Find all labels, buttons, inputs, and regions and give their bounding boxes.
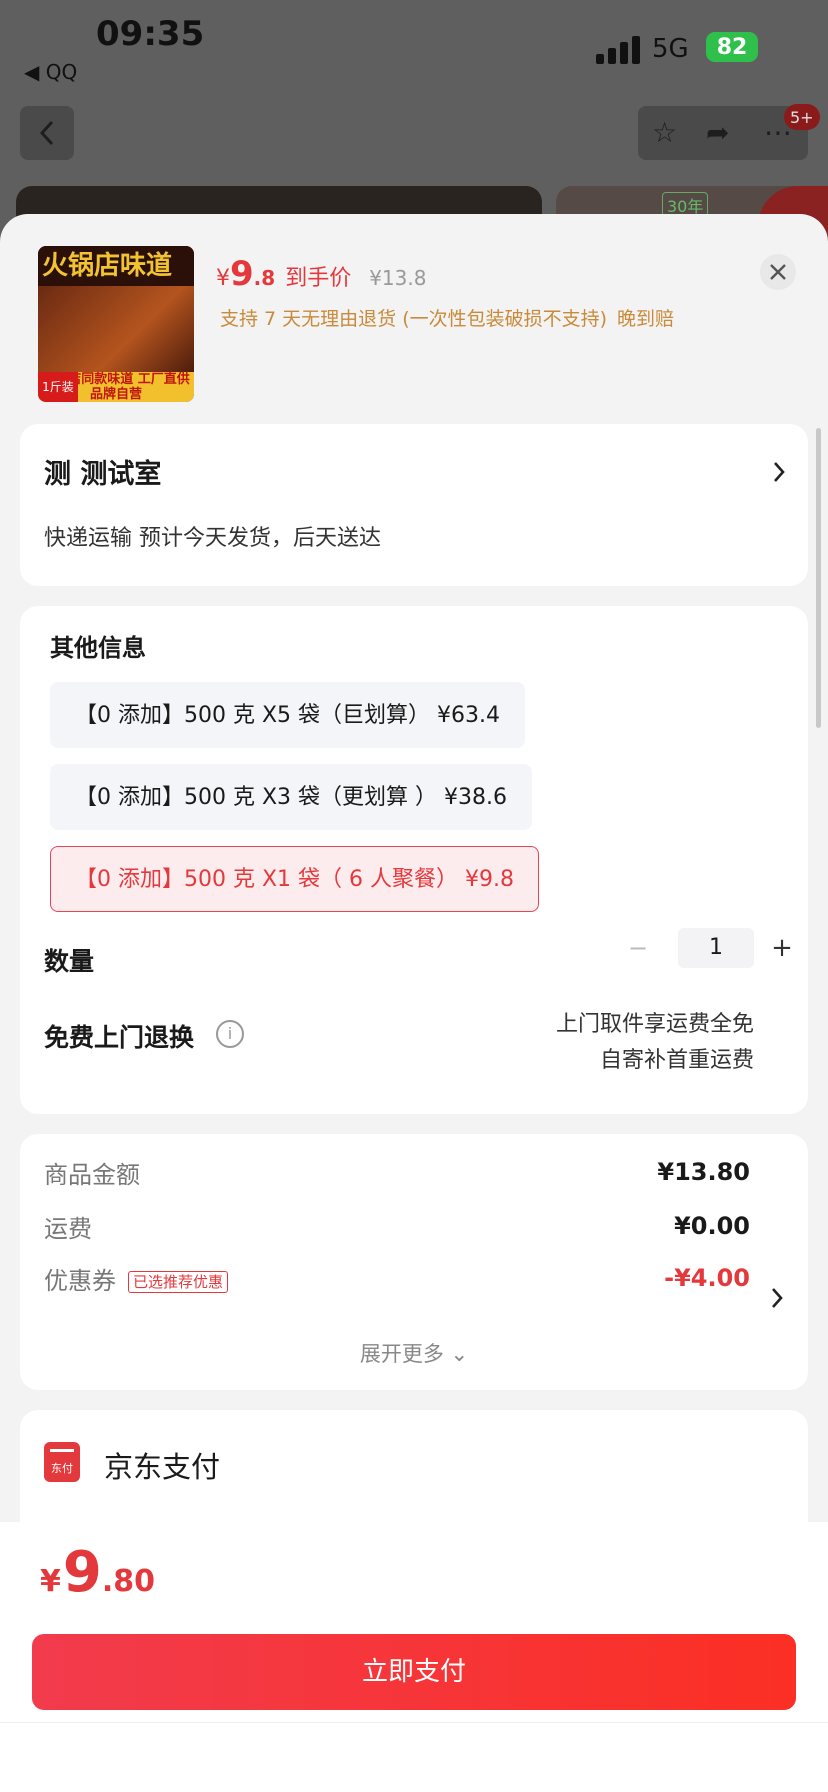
chevron-right-icon[interactable] <box>770 1286 784 1310</box>
signal-icon <box>596 36 640 64</box>
thumbnail-weight: 1斤装 <box>38 372 78 402</box>
status-time: 09:35 <box>96 14 205 54</box>
cost-card: 商品金额 ¥13.80 运费 ¥0.00 优惠券 已选推荐优惠 -¥4.00 展开… <box>20 1134 808 1390</box>
close-button[interactable] <box>760 254 796 290</box>
pay-now-button[interactable]: 立即支付 <box>32 1634 796 1710</box>
late-compensation: 晚到赔 <box>617 308 675 330</box>
shipping-fee-value: ¥0.00 <box>674 1212 750 1240</box>
total-integer: 9 <box>62 1540 102 1605</box>
total-symbol: ¥ <box>40 1564 61 1599</box>
goods-amount-row: 商品金额 ¥13.80 <box>44 1152 750 1192</box>
promise-text: 支持 7 天无理由退货 (一次性包装破损不支持) <box>220 308 608 330</box>
quantity-label: 数量 <box>44 947 95 976</box>
notification-badge: 5+ <box>784 104 820 130</box>
info-icon[interactable]: i <box>216 1020 244 1048</box>
goods-amount-label: 商品金额 <box>44 1160 140 1189</box>
expand-more-button[interactable]: 展开更多 ⌄ <box>20 1338 808 1368</box>
divider <box>0 1722 828 1723</box>
payment-method-label: 京东支付 <box>104 1450 221 1484</box>
decrease-button[interactable]: − <box>620 930 656 966</box>
scrollbar[interactable] <box>816 428 821 728</box>
options-card: 其他信息 【0 添加】500 克 X5 袋（巨划算） ¥63.4 【0 添加】5… <box>20 606 808 1114</box>
battery-icon: 82 <box>706 32 758 62</box>
status-bar: 09:35 ◀ QQ 5G 82 <box>0 0 828 100</box>
free-return-label: 免费上门退换 <box>44 1023 195 1052</box>
close-icon <box>770 264 786 280</box>
return-promise: 支持 7 天无理由退货 (一次性包装破损不支持) 晚到赔 <box>220 304 674 331</box>
product-summary: 火锅店味道 火锅店同款味道 工厂直供 品牌自营 1斤装 ¥ 9 .8 到手价 ¥… <box>0 214 828 424</box>
option-item[interactable]: 【0 添加】500 克 X3 袋（更划算 ） ¥38.6 <box>50 764 532 830</box>
coupon-label: 优惠券 <box>44 1266 116 1295</box>
product-price: ¥ 9 .8 到手价 ¥13.8 <box>216 254 426 294</box>
expand-more-label: 展开更多 <box>359 1342 444 1366</box>
option-item-selected[interactable]: 【0 添加】500 克 X1 袋（ 6 人聚餐） ¥9.8 <box>50 846 539 912</box>
shipping-fee-label: 运费 <box>44 1214 92 1243</box>
chevron-left-icon <box>39 120 54 146</box>
price-decimal: .8 <box>253 266 276 290</box>
option-item[interactable]: 【0 添加】500 克 X5 袋（巨划算） ¥63.4 <box>50 682 526 748</box>
chevron-right-icon <box>774 462 785 482</box>
price-integer: 9 <box>230 254 254 294</box>
shipping-estimate: 快递运输 预计今天发货，后天送达 <box>44 526 381 551</box>
coupon-row[interactable]: 优惠券 已选推荐优惠 -¥4.00 <box>44 1258 750 1298</box>
thumbnail-title: 火锅店味道 <box>38 246 194 286</box>
coupon-tag: 已选推荐优惠 <box>128 1270 229 1293</box>
jd-pay-icon: 东付 <box>44 1442 80 1482</box>
coupon-value: -¥4.00 <box>664 1264 750 1292</box>
product-thumbnail: 火锅店味道 火锅店同款味道 工厂直供 品牌自营 1斤装 <box>38 246 194 402</box>
payment-method-card[interactable]: 东付 京东支付 <box>20 1410 808 1530</box>
share-icon[interactable]: ➦ <box>706 116 729 149</box>
chevron-down-icon: ⌄ <box>450 1342 469 1366</box>
total-price: ¥ 9 .80 <box>40 1540 155 1605</box>
top-toolbar: ☆ ➦ ⋯ <box>638 106 808 160</box>
total-decimal: .80 <box>101 1564 155 1599</box>
quantity-input[interactable]: 1 <box>678 928 754 968</box>
address-title: 测 测试室 <box>44 459 162 490</box>
shipping-fee-row: 运费 ¥0.00 <box>44 1206 750 1246</box>
thumbnail-image <box>38 286 194 372</box>
star-icon[interactable]: ☆ <box>652 116 677 149</box>
price-symbol: ¥ <box>216 266 230 291</box>
return-self-ship-text: 自寄补首重运费 <box>599 1048 754 1073</box>
increase-button[interactable]: + <box>764 930 800 966</box>
network-label: 5G <box>652 34 689 64</box>
return-pickup-text: 上门取件享运费全免 <box>555 1012 754 1037</box>
checkout-footer: ¥ 9 .80 立即支付 <box>0 1522 828 1792</box>
back-button[interactable] <box>20 106 74 160</box>
back-to-app-link[interactable]: ◀ QQ <box>24 60 77 84</box>
original-price: ¥13.8 <box>369 266 427 290</box>
price-label: 到手价 <box>285 266 352 291</box>
quantity-stepper: − 1 + <box>620 928 800 968</box>
options-title: 其他信息 <box>50 634 146 662</box>
address-card[interactable]: 测 测试室 快递运输 预计今天发货，后天送达 <box>20 424 808 586</box>
goods-amount-value: ¥13.80 <box>657 1158 750 1186</box>
